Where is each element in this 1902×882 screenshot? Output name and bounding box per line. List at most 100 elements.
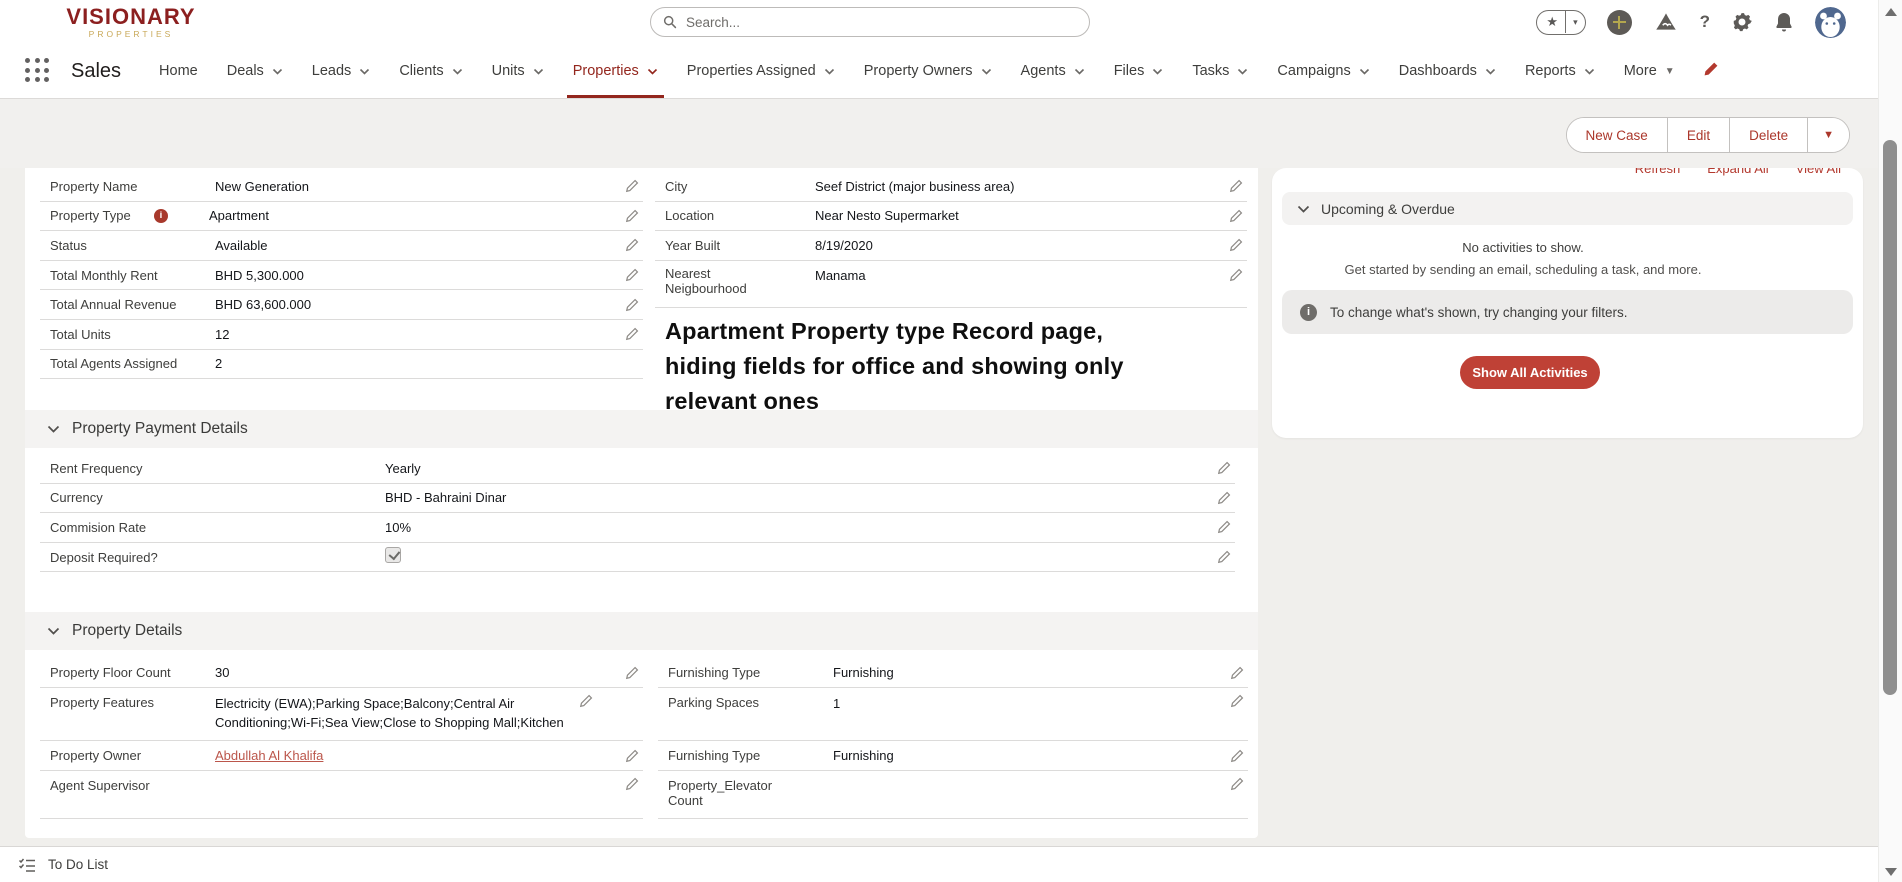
tab-property-owners[interactable]: Property Owners — [864, 44, 992, 98]
delete-button[interactable]: Delete — [1730, 118, 1808, 152]
tab-properties[interactable]: Properties — [573, 44, 658, 98]
favorites-dropdown-icon[interactable]: ▾ — [1566, 11, 1585, 33]
field-row: Total Units 12 — [40, 320, 643, 350]
field-row: Total Annual Revenue BHD 63,600.000 — [40, 290, 643, 320]
tab-clients[interactable]: Clients — [399, 44, 462, 98]
chevron-down-icon[interactable] — [359, 68, 370, 75]
field-row: City Seef District (major business area) — [655, 172, 1247, 202]
view-all-link[interactable]: View All — [1796, 168, 1841, 176]
chevron-down-icon[interactable] — [1152, 68, 1163, 75]
edit-pencil-icon[interactable] — [1225, 238, 1247, 252]
more-actions-dropdown[interactable]: ▼ — [1808, 118, 1849, 152]
field-label: Property Floor Count — [50, 665, 215, 680]
edit-pencil-icon[interactable] — [1213, 520, 1235, 534]
tab-properties-assigned[interactable]: Properties Assigned — [687, 44, 835, 98]
chevron-down-icon[interactable] — [272, 68, 283, 75]
edit-pencil-icon[interactable] — [1226, 749, 1248, 763]
edit-pencil-icon[interactable] — [621, 749, 643, 763]
edit-pencil-icon[interactable] — [1226, 777, 1248, 791]
search-icon — [663, 15, 677, 29]
favorites-star-icon[interactable]: ★ — [1537, 11, 1566, 33]
edit-pencil-icon[interactable] — [1213, 491, 1235, 505]
chevron-down-icon[interactable] — [1359, 68, 1370, 75]
field-row: Currency BHD - Bahraini Dinar — [40, 484, 1235, 514]
chevron-down-icon[interactable] — [452, 68, 463, 75]
edit-pencil-icon[interactable] — [1226, 694, 1248, 708]
chevron-down-icon[interactable] — [824, 68, 835, 75]
edit-pencil-icon[interactable] — [1225, 179, 1247, 193]
edit-pencil-icon[interactable] — [1213, 461, 1235, 475]
favorites-button[interactable]: ★ ▾ — [1536, 10, 1585, 35]
edit-navigation-pencil-icon[interactable] — [1703, 61, 1719, 82]
field-label: Property Name — [50, 179, 215, 194]
tab-tasks[interactable]: Tasks — [1192, 44, 1248, 98]
field-label: Deposit Required? — [50, 550, 385, 565]
chevron-down-icon[interactable] — [1584, 68, 1595, 75]
chevron-down-icon[interactable] — [647, 68, 658, 75]
record-detail-card: Property Name New Generation Property Ty… — [25, 168, 1258, 838]
app-launcher-waffle-icon[interactable] — [25, 58, 51, 84]
field-value: Yearly — [385, 459, 1213, 478]
edit-pencil-icon[interactable] — [621, 179, 643, 193]
field-value: Available — [215, 236, 621, 255]
edit-pencil-icon[interactable] — [1225, 268, 1247, 282]
edit-pencil-icon[interactable] — [621, 777, 643, 791]
edit-button[interactable]: Edit — [1668, 118, 1730, 152]
edit-pencil-icon[interactable] — [1226, 666, 1248, 680]
edit-pencil-icon[interactable] — [621, 268, 643, 282]
expand-all-link[interactable]: Expand All — [1707, 168, 1768, 176]
info-icon[interactable]: i — [154, 209, 168, 223]
edit-pencil-icon[interactable] — [621, 666, 643, 680]
section-header-property-details[interactable]: Property Details — [25, 612, 1258, 650]
chevron-down-icon[interactable] — [533, 68, 544, 75]
search-input[interactable] — [686, 15, 1077, 30]
field-value: 12 — [215, 325, 621, 344]
edit-pencil-icon[interactable] — [621, 327, 643, 341]
edit-pencil-icon[interactable] — [1213, 550, 1235, 564]
record-action-buttons: New Case Edit Delete ▼ — [1566, 117, 1850, 153]
show-all-activities-button[interactable]: Show All Activities — [1460, 356, 1600, 389]
tab-leads[interactable]: Leads — [312, 44, 371, 98]
property-owner-link[interactable]: Abdullah Al Khalifa — [215, 748, 323, 763]
tab-deals[interactable]: Deals — [227, 44, 283, 98]
tab-units[interactable]: Units — [492, 44, 544, 98]
new-case-button[interactable]: New Case — [1567, 118, 1668, 152]
refresh-link[interactable]: Refresh — [1635, 168, 1681, 176]
tab-home[interactable]: Home — [159, 44, 198, 98]
activity-panel: Refresh Expand All View All Upcoming & O… — [1272, 168, 1863, 438]
scroll-up-arrow[interactable] — [1885, 8, 1897, 16]
chevron-down-icon[interactable] — [1237, 68, 1248, 75]
field-label: Year Built — [665, 238, 815, 253]
global-actions-plus-icon[interactable] — [1607, 10, 1632, 35]
global-search[interactable] — [650, 7, 1090, 37]
chevron-down-icon[interactable] — [1485, 68, 1496, 75]
edit-pencil-icon[interactable] — [575, 694, 597, 708]
tab-files[interactable]: Files — [1114, 44, 1164, 98]
chevron-down-icon[interactable] — [1074, 68, 1085, 75]
notifications-bell-icon[interactable] — [1774, 11, 1794, 33]
tab-reports[interactable]: Reports — [1525, 44, 1595, 98]
todo-list-utility-item[interactable]: To Do List — [48, 857, 108, 872]
scroll-down-arrow[interactable] — [1885, 868, 1897, 876]
setup-gear-icon[interactable] — [1731, 11, 1753, 33]
edit-pencil-icon[interactable] — [1225, 209, 1247, 223]
scrollbar-thumb[interactable] — [1883, 140, 1897, 695]
chevron-down-icon[interactable] — [981, 68, 992, 75]
deposit-required-checkbox[interactable] — [385, 547, 401, 563]
help-icon[interactable]: ? — [1700, 12, 1710, 32]
upcoming-overdue-section-header[interactable]: Upcoming & Overdue — [1282, 192, 1853, 225]
field-row: Furnishing Type Furnishing — [658, 658, 1248, 688]
edit-pencil-icon[interactable] — [621, 238, 643, 252]
edit-pencil-icon[interactable] — [621, 298, 643, 312]
user-avatar[interactable] — [1815, 7, 1846, 38]
trailhead-icon[interactable] — [1653, 10, 1679, 34]
vertical-scrollbar[interactable] — [1878, 0, 1902, 882]
tab-campaigns[interactable]: Campaigns — [1277, 44, 1369, 98]
tab-more[interactable]: More▼ — [1624, 44, 1675, 98]
tab-agents[interactable]: Agents — [1021, 44, 1085, 98]
section-header-property-payment-details[interactable]: Property Payment Details — [25, 410, 1258, 448]
caret-down-icon: ▼ — [1665, 66, 1675, 77]
field-value: Furnishing — [833, 746, 1226, 765]
tab-dashboards[interactable]: Dashboards — [1399, 44, 1496, 98]
edit-pencil-icon[interactable] — [621, 209, 643, 223]
